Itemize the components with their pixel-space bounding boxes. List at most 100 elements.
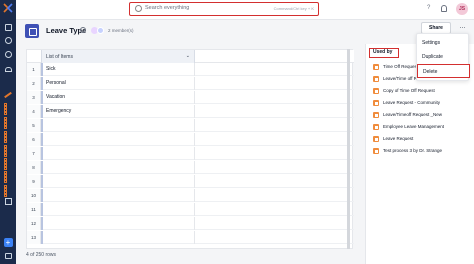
table-row[interactable]: 12 — [27, 217, 354, 230]
members-count[interactable]: 2 member(s) — [108, 28, 134, 33]
chevron-down-icon[interactable]: ⌄ — [186, 53, 190, 59]
module-icon-2[interactable] — [3, 116, 13, 129]
explore-icon[interactable] — [3, 49, 13, 59]
row-number: 4 — [27, 105, 41, 118]
reports-icon[interactable] — [3, 196, 13, 206]
table-cell[interactable]: Emergency — [41, 105, 195, 118]
page-header: Leave Type 2 member(s) Share ... — [16, 21, 474, 43]
home-icon[interactable] — [3, 22, 13, 32]
row-number: 3 — [27, 91, 41, 104]
row-number: 8 — [27, 161, 41, 174]
table-row[interactable]: 11 — [27, 203, 354, 216]
table-header: List of Items ⌄ — [27, 50, 354, 63]
more-options-menu: Settings Duplicate Delete — [416, 33, 470, 81]
search-shortcut-hint: Command/Ctrl key + K — [273, 6, 314, 11]
process-icon — [373, 136, 379, 142]
used-by-item[interactable]: Leave/Timeoff Request _New — [373, 111, 473, 120]
table-row[interactable]: 7 — [27, 147, 354, 160]
table-cell[interactable] — [41, 175, 195, 188]
row-number: 13 — [27, 231, 41, 244]
table-cell[interactable]: Sick — [41, 63, 195, 76]
used-by-item[interactable]: Leave Request — [373, 135, 473, 144]
process-icon — [373, 100, 379, 106]
used-by-label: Leave Request - Community — [383, 100, 441, 105]
member-avatar — [97, 27, 104, 34]
table-cell[interactable]: Vacation — [41, 91, 195, 104]
process-icon — [373, 124, 379, 130]
module-icon-1[interactable] — [3, 102, 13, 115]
user-avatar[interactable]: JS — [456, 3, 468, 15]
row-number: 10 — [27, 189, 41, 202]
table-cell[interactable]: Personal — [41, 77, 195, 90]
row-number: 12 — [27, 217, 41, 230]
table-cell[interactable] — [41, 147, 195, 160]
used-by-item[interactable]: Employee Leave Management — [373, 123, 473, 132]
used-by-label: Leave/Timeoff Request _New — [383, 112, 443, 117]
type-icon — [25, 24, 39, 38]
app: + Search everything Command/Ctrl key + K… — [0, 0, 474, 264]
row-number: 6 — [27, 133, 41, 146]
row-number: 1 — [27, 63, 41, 76]
menu-item-duplicate[interactable]: Duplicate — [417, 50, 470, 64]
table-cell[interactable] — [41, 161, 195, 174]
row-number: 11 — [27, 203, 41, 216]
table-row[interactable]: 1 Sick — [27, 63, 354, 76]
table-cell[interactable] — [41, 119, 195, 132]
table-cell[interactable] — [41, 189, 195, 202]
table-cell[interactable] — [41, 217, 195, 230]
search-input[interactable]: Search everything Command/Ctrl key + K — [129, 2, 319, 16]
top-bar: Search everything Command/Ctrl key + K ?… — [16, 0, 474, 20]
info-icon[interactable] — [80, 27, 86, 33]
column-header-label: List of Items — [46, 53, 73, 60]
app-logo-icon[interactable] — [3, 3, 13, 13]
table-cell[interactable] — [41, 133, 195, 146]
used-by-label: Employee Leave Management — [383, 124, 445, 129]
notification-bell-icon[interactable] — [441, 5, 447, 12]
module-icon-5[interactable] — [3, 157, 13, 170]
search-placeholder: Search everything — [145, 5, 190, 11]
used-by-label: Test process 3 by Dr. Strange — [383, 148, 443, 153]
users-icon[interactable] — [3, 64, 13, 74]
module-icon-4[interactable] — [3, 144, 13, 157]
row-count: 4 of 250 rows — [26, 252, 57, 258]
menu-item-delete[interactable]: Delete — [417, 64, 470, 78]
table-row[interactable]: 13 — [27, 231, 354, 244]
help-icon[interactable]: ? — [427, 5, 430, 11]
table-row[interactable]: 10 — [27, 189, 354, 202]
left-nav-rail: + — [0, 0, 16, 264]
used-by-item[interactable]: Leave Request - Community — [373, 99, 473, 108]
row-number: 7 — [27, 147, 41, 160]
menu-item-settings[interactable]: Settings — [417, 36, 470, 50]
table-row[interactable]: 4 Emergency — [27, 105, 354, 118]
store-icon[interactable] — [3, 251, 13, 261]
table-row[interactable]: 6 — [27, 133, 354, 146]
used-by-label: Time Off Request — [383, 64, 419, 69]
table-cell[interactable] — [41, 203, 195, 216]
row-number: 2 — [27, 77, 41, 90]
row-number: 9 — [27, 175, 41, 188]
table-row[interactable]: 2 Personal — [27, 77, 354, 90]
table-row[interactable]: 9 — [27, 175, 354, 188]
process-icon[interactable] — [3, 90, 13, 100]
used-by-item[interactable]: Copy of Time Off Request — [373, 87, 473, 96]
table-row[interactable]: 8 — [27, 161, 354, 174]
vertical-scrollbar[interactable] — [347, 49, 350, 249]
add-icon[interactable]: + — [3, 237, 13, 247]
search-icon — [135, 5, 142, 12]
process-icon — [373, 64, 379, 70]
process-icon — [373, 148, 379, 154]
row-number: 5 — [27, 119, 41, 132]
used-by-title: Used by — [369, 48, 399, 58]
table-row[interactable]: 5 — [27, 119, 354, 132]
used-by-label: Copy of Time Off Request — [383, 88, 435, 93]
module-icon-7[interactable] — [3, 184, 13, 197]
used-by-label: Leave/Time off R — [383, 76, 418, 81]
used-by-item[interactable]: Test process 3 by Dr. Strange — [373, 147, 473, 156]
process-icon — [373, 88, 379, 94]
column-header-list-of-items[interactable]: List of Items ⌄ — [41, 50, 195, 63]
module-icon-6[interactable] — [3, 170, 13, 183]
table-cell[interactable] — [41, 231, 195, 244]
module-icon-3[interactable] — [3, 130, 13, 143]
table-row[interactable]: 3 Vacation — [27, 91, 354, 104]
apps-icon[interactable] — [3, 35, 13, 45]
